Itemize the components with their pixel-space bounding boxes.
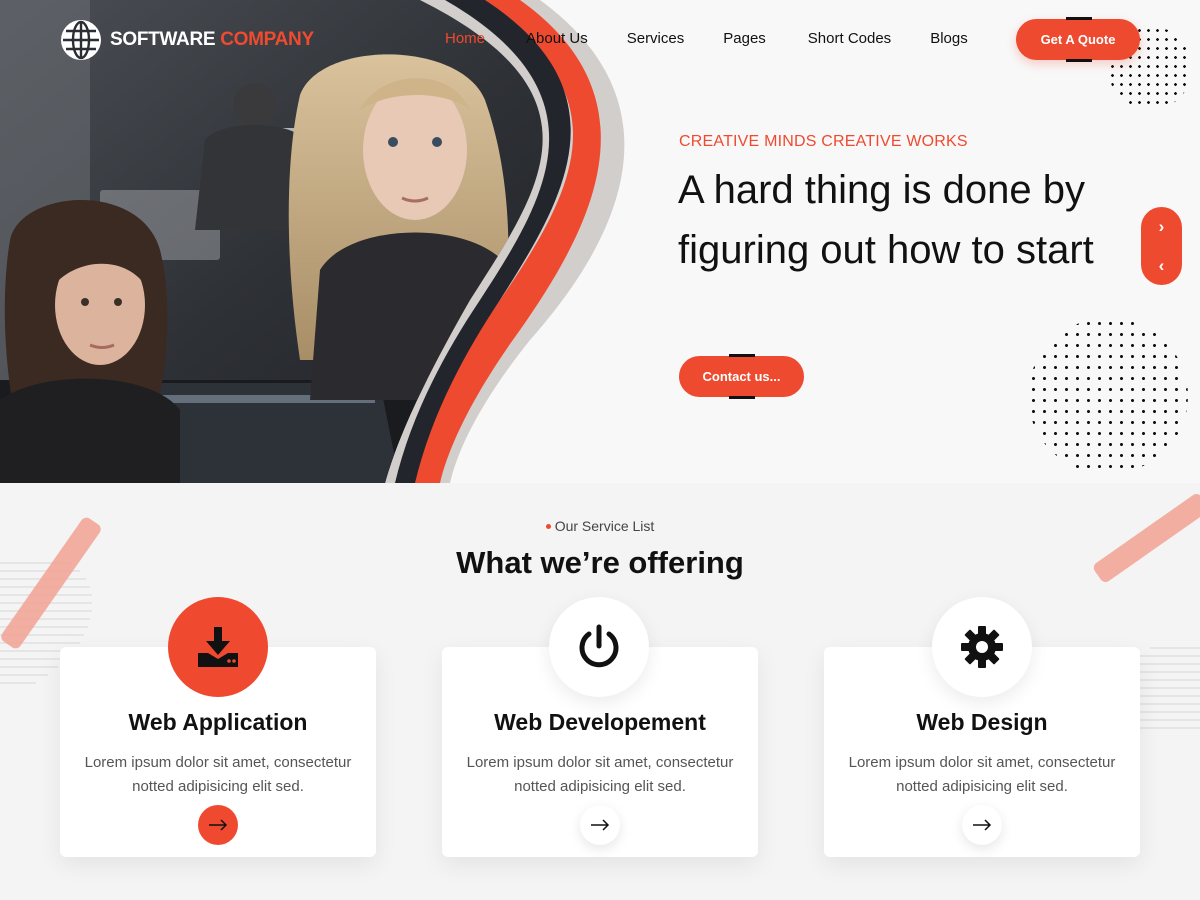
gear-icon bbox=[961, 626, 1003, 668]
button-tick-bottom bbox=[1066, 59, 1092, 62]
brand-logo[interactable]: SOFTWARE COMPANY bbox=[60, 19, 314, 61]
card-title: Web Application bbox=[128, 709, 308, 735]
hero-headline: A hard thing is done by figuring out how… bbox=[678, 168, 1094, 272]
brand-name-part1: SOFTWARE bbox=[110, 29, 216, 50]
get-a-quote-button[interactable]: Get A Quote bbox=[1016, 17, 1140, 62]
card-title: Web Developement bbox=[494, 709, 706, 735]
button-tick-top bbox=[729, 354, 755, 357]
brand-name: SOFTWARE COMPANY bbox=[110, 29, 314, 51]
service-card-web-developement[interactable]: Web Developement Lorem ipsum dolor sit a… bbox=[442, 597, 758, 857]
services-section: Our Service List What we’re offering Web… bbox=[0, 483, 1200, 900]
main-nav: Home About Us Services Pages Short Codes… bbox=[445, 30, 968, 47]
card-title: Web Design bbox=[916, 709, 1048, 735]
service-card-web-design[interactable]: Web Design Lorem ipsum dolor sit amet, c… bbox=[824, 597, 1140, 857]
nav-item-short-codes[interactable]: Short Codes bbox=[808, 30, 891, 47]
gear-icon-badge bbox=[932, 597, 1032, 697]
button-tick-bottom bbox=[729, 396, 755, 399]
card-arrow-button[interactable] bbox=[580, 805, 620, 845]
nav-item-pages[interactable]: Pages bbox=[723, 30, 766, 47]
hero-section: SOFTWARE COMPANY Home About Us Services … bbox=[0, 0, 1200, 483]
card-arrow-button[interactable] bbox=[198, 805, 238, 845]
arrow-right-icon bbox=[591, 819, 610, 831]
brand-name-part2: COMPANY bbox=[220, 29, 314, 50]
contact-us-label: Contact us... bbox=[702, 369, 781, 384]
section-kicker-label: Our Service List bbox=[554, 518, 655, 534]
button-tick-top bbox=[1066, 17, 1092, 20]
nav-item-services[interactable]: Services bbox=[627, 30, 685, 47]
get-a-quote-label: Get A Quote bbox=[1040, 32, 1116, 47]
nav-item-blogs[interactable]: Blogs bbox=[930, 30, 968, 47]
arrow-right-icon bbox=[209, 819, 228, 831]
nav-item-home[interactable]: Home bbox=[445, 30, 485, 47]
section-title: What we’re offering bbox=[456, 545, 744, 580]
chevron-right-icon[interactable]: › bbox=[1159, 218, 1165, 235]
download-icon-badge bbox=[168, 597, 268, 697]
contact-us-button[interactable]: Contact us... bbox=[679, 354, 804, 399]
bullet-dot bbox=[545, 523, 551, 529]
card-text: Lorem ipsum dolor sit amet, consectetur … bbox=[84, 754, 352, 795]
slider-nav: › ‹ bbox=[1141, 207, 1182, 285]
nav-item-about-us[interactable]: About Us bbox=[526, 30, 588, 47]
chevron-left-icon[interactable]: ‹ bbox=[1159, 257, 1165, 274]
globe-icon bbox=[61, 20, 101, 60]
card-arrow-button[interactable] bbox=[962, 805, 1002, 845]
service-card-web-application[interactable]: Web Application Lorem ipsum dolor sit am… bbox=[60, 597, 376, 857]
dot-pattern-decoration bbox=[1028, 318, 1188, 474]
power-icon-badge bbox=[549, 597, 649, 697]
section-kicker: Our Service List bbox=[0, 518, 1200, 534]
card-text: Lorem ipsum dolor sit amet, consectetur … bbox=[466, 754, 734, 795]
download-icon bbox=[198, 627, 238, 667]
card-text: Lorem ipsum dolor sit amet, consectetur … bbox=[848, 754, 1116, 795]
arrow-right-icon bbox=[973, 819, 992, 831]
power-icon bbox=[579, 624, 619, 668]
hero-kicker: CREATIVE MINDS CREATIVE WORKS bbox=[679, 133, 968, 150]
